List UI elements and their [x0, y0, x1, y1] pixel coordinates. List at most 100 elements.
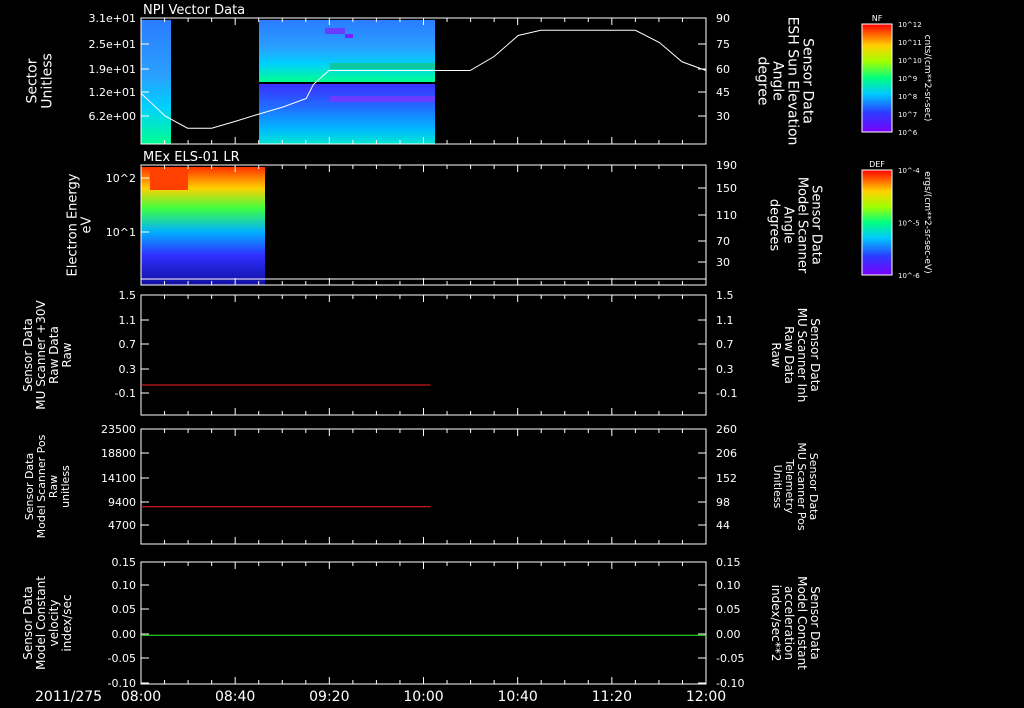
right-ylabel-line: Model Constant: [795, 576, 809, 670]
ytick-label: 1.5: [119, 289, 137, 302]
right-ytick-label: 260: [716, 423, 737, 436]
colorbar-tick: 10^-6: [898, 272, 920, 280]
ylabel-line: Sensor Data: [21, 586, 35, 660]
multi-panel-chart: 3.1e+01 2.5e+01 1.9e+01 1.2e+01 6.2e+00 90 75 6…: [21, 3, 932, 705]
npi-speckle-2: [330, 96, 435, 102]
panel3-frame: [140, 294, 707, 416]
right-ytick-label: 70: [716, 235, 730, 248]
time-tick-label: 08:40: [215, 689, 255, 705]
right-ytick-label: 1.5: [716, 289, 734, 302]
ylabel-line: velocity: [47, 600, 61, 647]
time-tick-label: 09:20: [309, 689, 349, 705]
npi-band-green: [330, 63, 435, 69]
ytick-label: 10^2: [106, 172, 136, 185]
right-ytick-label: 0.15: [716, 556, 741, 569]
npi-block-1: [141, 20, 171, 144]
colorbar-tick: 10^10: [898, 57, 922, 65]
npi-block-2: [259, 20, 435, 82]
ylabel-line: Unitless: [40, 53, 56, 109]
panel-npi: [140, 17, 707, 145]
ytick-label: 0.05: [112, 603, 137, 616]
time-tick-label: 10:40: [497, 689, 537, 705]
npi-colorbar-gradient: [861, 23, 893, 133]
time-tick-label: 10:00: [403, 689, 443, 705]
ylabel-line: index/sec: [60, 594, 74, 651]
right-ytick-label: 206: [716, 447, 737, 460]
right-ylabel-line: Sensor Data: [800, 38, 816, 124]
panel5-frame: [140, 561, 707, 685]
colorbar-tick: 10^11: [898, 39, 922, 47]
ylabel-line: unitless: [59, 465, 72, 508]
colorbar-unit: cnts/(cm**2-sr-sec): [922, 35, 932, 122]
ylabel-line: eV: [80, 216, 95, 233]
ytick-label: 1.1: [119, 314, 137, 327]
time-tick-label: 11:20: [592, 689, 632, 705]
right-ylabel-line: Unitless: [771, 465, 784, 509]
right-ytick-label: 0.3: [716, 363, 734, 376]
right-ytick-label: -0.05: [716, 652, 744, 665]
ytick-label: 10^1: [106, 226, 136, 239]
ytick-label: 0.00: [112, 628, 137, 641]
right-ytick-label: -0.1: [716, 387, 737, 400]
ytick-label: 6.2e+00: [89, 110, 136, 123]
ytick-label: 0.15: [112, 556, 137, 569]
right-ylabel-line: MU Scanner Inh: [795, 308, 809, 403]
ylabel-line: MU Scanner +30V: [34, 300, 48, 410]
colorbar-label: NF: [872, 14, 883, 23]
panel4-frame: [140, 428, 707, 545]
ylabel-line: Electron Energy: [66, 173, 81, 276]
colorbar-tick: 10^-4: [898, 167, 920, 175]
right-ytick-label: 75: [716, 38, 730, 51]
ylabel-line: Sector: [25, 58, 41, 103]
ytick-label: 1.2e+01: [89, 86, 136, 99]
right-ylabel-line: Angle: [770, 61, 786, 101]
ytick-label: -0.1: [115, 387, 136, 400]
right-ytick-label: 1.1: [716, 314, 734, 327]
ytick-label: 3.1e+01: [89, 12, 136, 25]
ytick-label: 0.10: [112, 579, 137, 592]
ytick-label: 14100: [101, 472, 136, 485]
right-ytick-label: 90: [716, 12, 730, 25]
right-ylabel-line: Raw Data: [782, 326, 796, 384]
els-hot-spot: [150, 168, 188, 190]
ytick-label: -0.05: [108, 652, 136, 665]
npi-speckle-1: [325, 28, 345, 34]
colorbar-tick: 10^7: [898, 111, 917, 119]
colorbar-tick: 10^8: [898, 93, 917, 101]
right-ylabel-line: ESH Sun Elevation: [785, 17, 801, 146]
right-ytick-label: 45: [716, 86, 730, 99]
ytick-label: 1.9e+01: [89, 63, 136, 76]
els-colorbar-gradient: [861, 169, 893, 276]
ylabel-line: Raw: [60, 342, 74, 367]
els-colorbar: [861, 169, 893, 276]
right-ylabel-line: Sensor Data: [808, 586, 822, 660]
npi-speckle-3: [345, 34, 353, 38]
right-ytick-label: 44: [716, 519, 730, 532]
panel-els: [140, 164, 707, 286]
npi-colorbar: [861, 23, 893, 133]
right-ytick-label: 150: [716, 182, 737, 195]
colorbar-tick: 10^6: [898, 129, 918, 137]
ytick-label: 9400: [108, 496, 136, 509]
colorbar-label: DEF: [869, 160, 885, 169]
right-ytick-label: 30: [716, 110, 730, 123]
ytick-label: 4700: [108, 519, 136, 532]
right-ytick-label: 30: [716, 256, 730, 269]
colorbar-tick: 10^-5: [898, 220, 920, 228]
right-ytick-label: 0.05: [716, 603, 741, 616]
right-ytick-label: 190: [716, 159, 737, 172]
right-ylabel-line: degree: [755, 56, 771, 105]
right-ylabel-line: Raw: [769, 342, 783, 367]
ytick-label: 2.5e+01: [89, 38, 136, 51]
colorbar-tick: 10^12: [898, 21, 922, 29]
ylabel-line: Raw Data: [47, 326, 61, 384]
right-ytick-label: 60: [716, 63, 730, 76]
time-tick-label: 12:00: [686, 689, 726, 705]
date-label: 2011/275: [35, 689, 102, 705]
right-ytick-label: 0.10: [716, 579, 741, 592]
right-ylabel-line: index/sec**2: [769, 585, 783, 662]
colorbar-unit: ergs/(cm**2-sr-sec-eV): [922, 171, 932, 273]
right-ylabel-line: Sensor Data: [809, 185, 824, 265]
panel-title: NPI Vector Data: [143, 3, 245, 18]
ytick-label: 18800: [101, 447, 136, 460]
